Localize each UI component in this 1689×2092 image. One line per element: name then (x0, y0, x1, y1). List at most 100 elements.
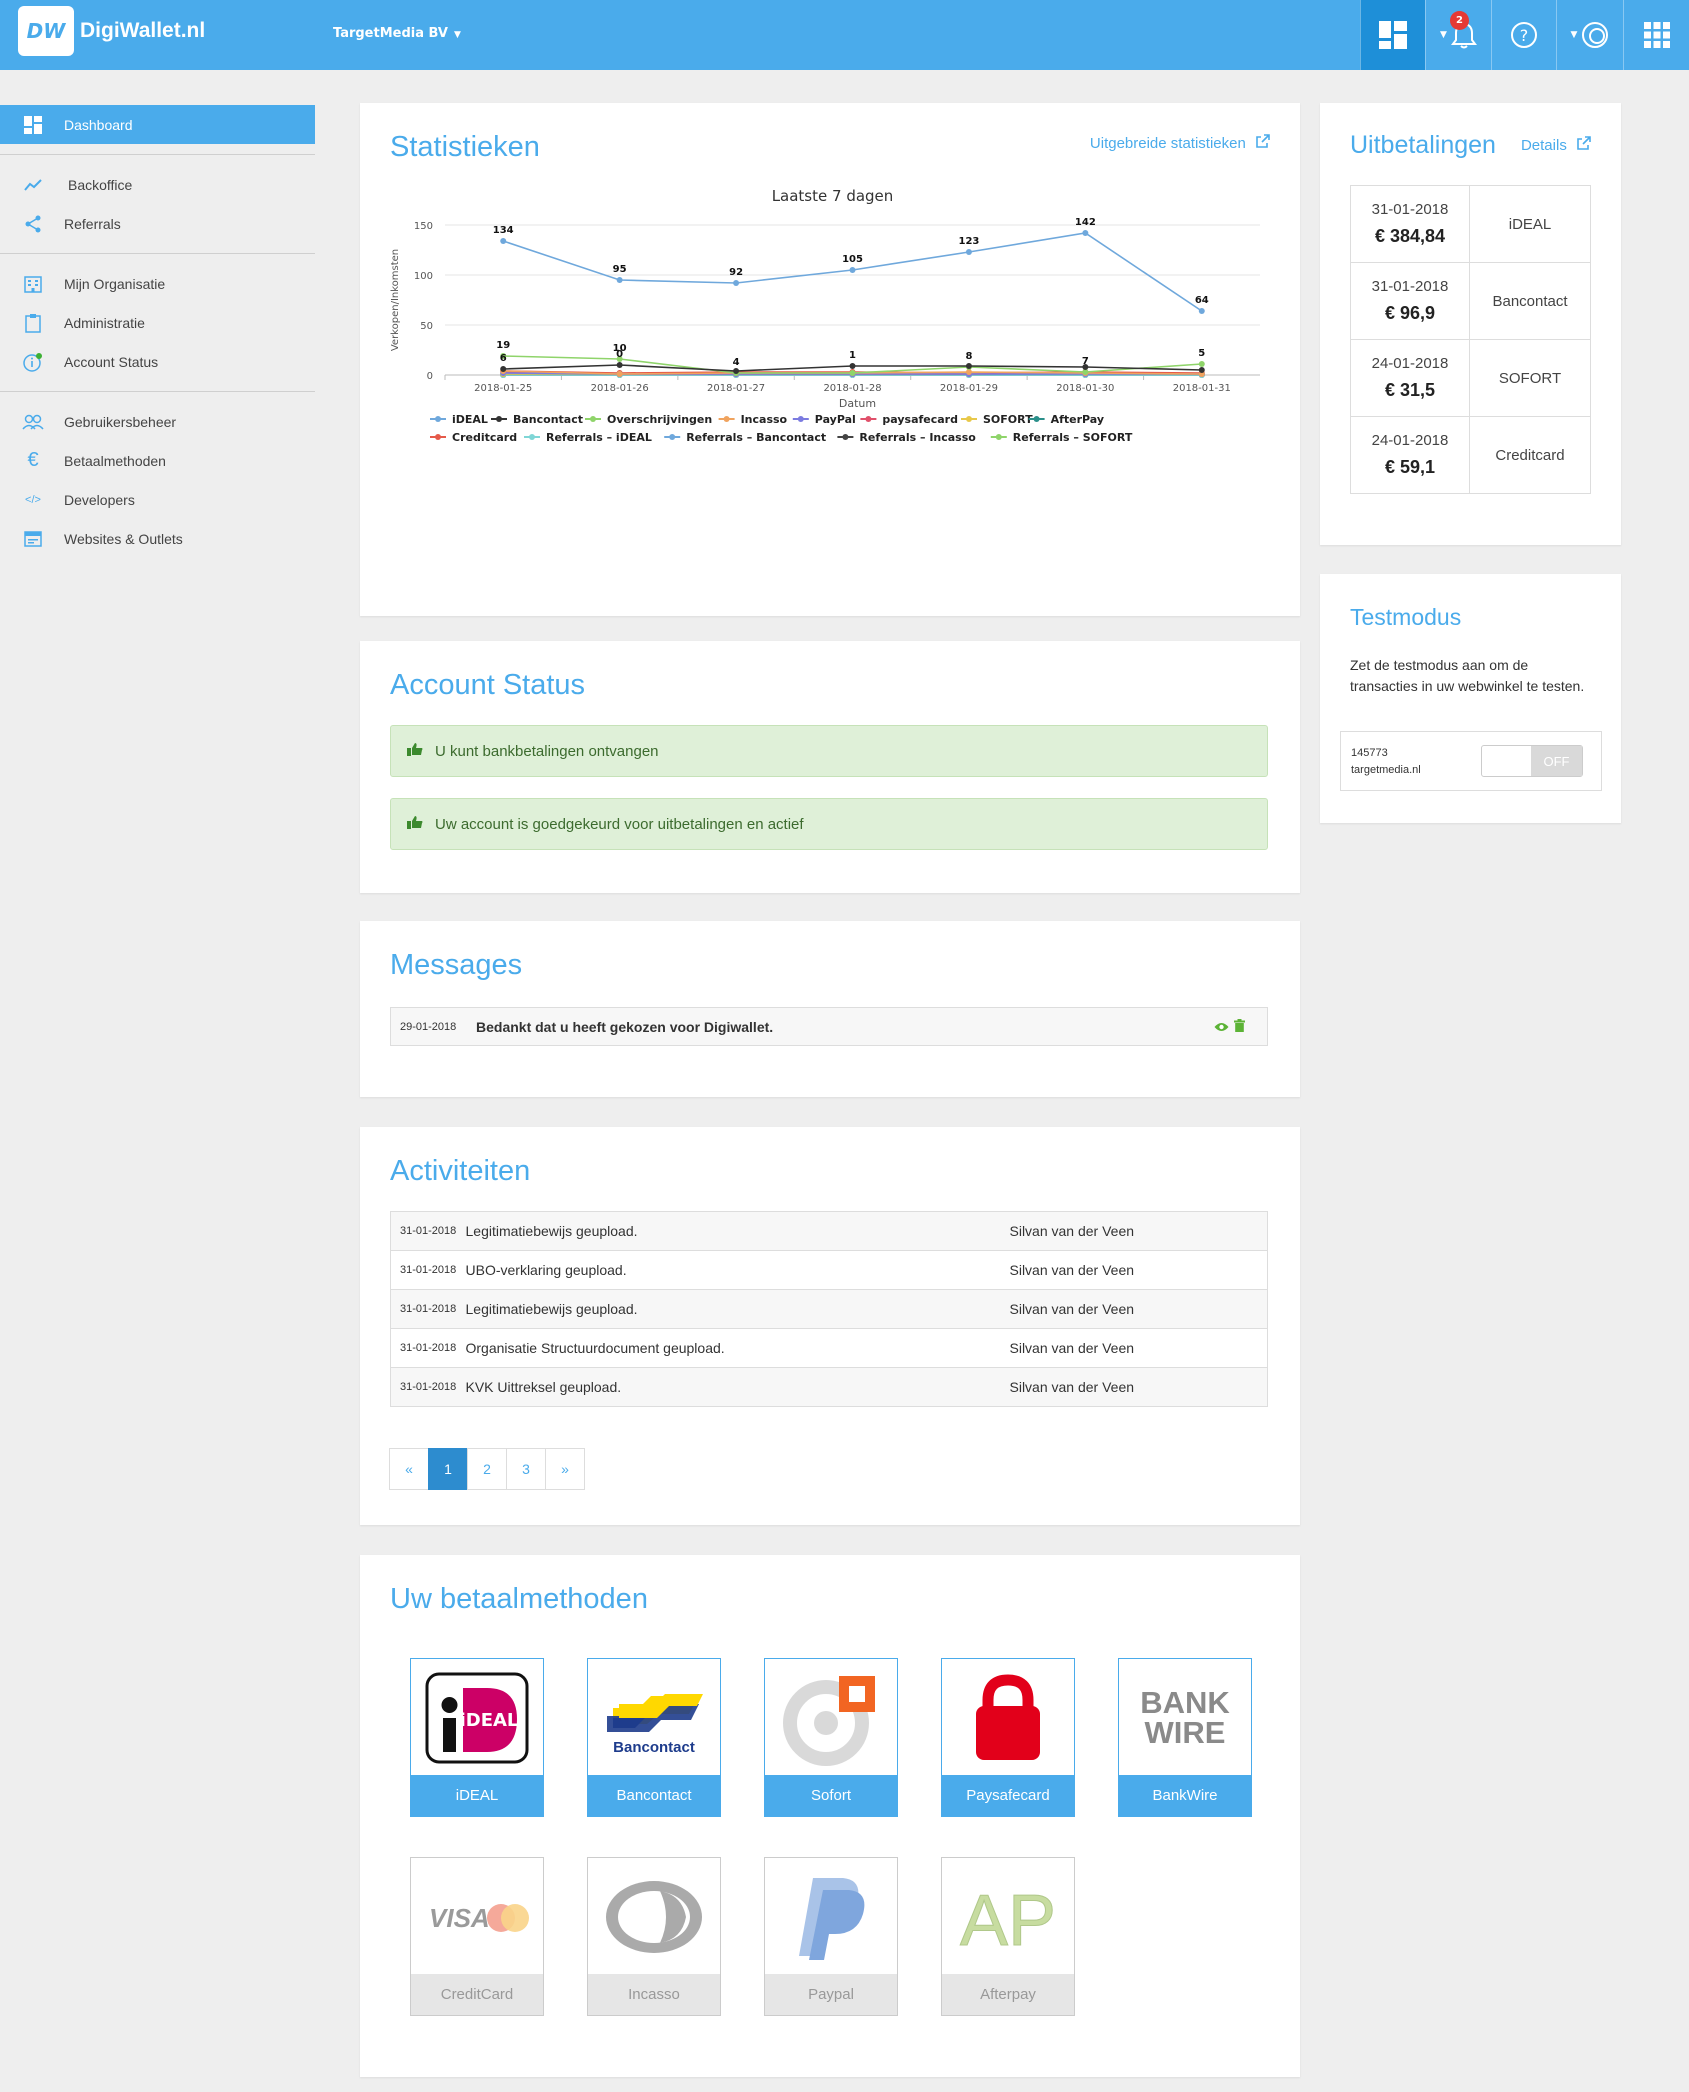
pagination-prev[interactable]: « (389, 1448, 429, 1490)
organization-selector[interactable]: TargetMedia BV ▼ (333, 26, 461, 41)
activity-text: Legitimatiebewijs geupload. (465, 1289, 1010, 1329)
activity-text: Organisatie Structuurdocument geupload. (465, 1328, 1010, 1368)
legend-marker (590, 416, 596, 422)
dashboard-view-button[interactable] (1360, 0, 1425, 70)
method-tile-paypal[interactable]: Paypal (764, 1857, 898, 2016)
activity-text: KVK Uittreksel geupload. (465, 1367, 1010, 1407)
legend-marker (797, 416, 804, 422)
pagination-page-2[interactable]: 2 (467, 1448, 507, 1490)
bancontact-logo-text: Bancontact (613, 1739, 695, 1756)
visa-mastercard-logo-icon: VISA (429, 1903, 529, 1933)
bankwire-logo-icon: BANK WIRE (1140, 1685, 1230, 1750)
activity-date: 31-01-2018 (390, 1367, 466, 1407)
account-menu-button[interactable]: ▼ (1556, 0, 1623, 70)
notifications-button[interactable]: ▼ 2 (1425, 0, 1491, 70)
info-icon (22, 352, 44, 372)
alert-text: Uw account is goedgekeurd voor uitbetali… (435, 815, 804, 833)
sidebar-item-label: Referrals (64, 215, 121, 232)
method-tile-ideal[interactable]: iDEAL iDEAL (410, 1658, 544, 1817)
data-point (1198, 367, 1205, 373)
payout-row[interactable]: 24-01-2018 € 59,1 Creditcard (1350, 416, 1591, 494)
panel-title: Messages (390, 949, 523, 981)
method-tile-afterpay[interactable]: AP Afterpay (941, 1857, 1075, 2016)
y-tick-label: 0 (427, 371, 433, 382)
paypal-logo-icon (799, 1877, 865, 1960)
legend-item: PayPal (815, 413, 856, 426)
afterpay-logo-text: AP (960, 1881, 1056, 1957)
external-link-icon (1577, 136, 1591, 150)
payout-row[interactable]: 31-01-2018 € 96,9 Bancontact (1350, 262, 1591, 340)
trash-icon[interactable] (1234, 1019, 1245, 1035)
legend-item: AfterPay (1051, 413, 1104, 426)
payout-date: 24-01-2018 (1371, 355, 1449, 372)
data-label: 134 (493, 225, 514, 236)
testmode-toggle[interactable]: OFF (1481, 745, 1583, 777)
users-icon (22, 414, 44, 430)
payout-date: 31-01-2018 (1371, 201, 1449, 218)
legend-item: SOFORT (983, 413, 1033, 426)
pagination-page-1[interactable]: 1 (428, 1448, 468, 1490)
building-icon (22, 275, 44, 293)
svg-text:?: ? (1520, 26, 1529, 45)
toggle-state-label: OFF (1531, 746, 1582, 776)
account-status-panel: Account Status U kunt bankbetalingen ont… (360, 641, 1300, 893)
bancontact-logo-icon: Bancontact (607, 1693, 703, 1756)
incasso-logo-icon (606, 1880, 702, 1953)
method-tile-creditcard[interactable]: VISA CreditCard (410, 1857, 544, 2016)
payout-method: Bancontact (1469, 262, 1591, 340)
payouts-details-link[interactable]: Details (1521, 136, 1591, 154)
activity-text: UBO-verklaring geupload. (465, 1250, 1010, 1290)
data-point (849, 370, 856, 376)
method-tile-bancontact[interactable]: Bancontact Bancontact (587, 1658, 721, 1817)
activity-date: 31-01-2018 (390, 1211, 466, 1251)
sidebar-item-backoffice[interactable]: Backoffice (0, 165, 315, 204)
external-link-icon (1256, 134, 1270, 148)
data-point (500, 238, 507, 244)
eye-icon[interactable] (1214, 1020, 1229, 1036)
activities-table: 31-01-2018 Legitimatiebewijs geupload. Sil… (390, 1211, 1268, 1407)
method-tile-sofort[interactable]: Sofort (764, 1658, 898, 1817)
payout-method: SOFORT (1469, 339, 1591, 417)
sidebar-item-websites-outlets[interactable]: Websites & Outlets (0, 519, 315, 558)
method-tile-paysafecard[interactable]: Paysafecard (941, 1658, 1075, 1817)
sidebar-item-mijn-organisatie[interactable]: Mijn Organisatie (0, 264, 315, 303)
help-button[interactable]: ? (1491, 0, 1556, 70)
data-label: 1 (849, 350, 856, 361)
payout-row[interactable]: 31-01-2018 € 384,84 iDEAL (1350, 185, 1591, 263)
logo-text: DigiWallet.nl (80, 19, 206, 42)
extended-statistics-link[interactable]: Uitgebreide statistieken (1090, 134, 1270, 152)
sidebar-item-account-status[interactable]: Account Status (0, 342, 315, 381)
sidebar-item-dashboard[interactable]: Dashboard (0, 105, 315, 144)
method-tile-incasso[interactable]: Incasso (587, 1857, 721, 2016)
activity-user: Silvan van der Veen (1009, 1211, 1268, 1251)
panel-title: Uitbetalingen (1350, 131, 1496, 159)
sidebar-item-label: Administratie (64, 314, 145, 331)
testmode-account-id: 145773 (1351, 747, 1388, 759)
x-tick-label: 2018-01-27 (707, 383, 765, 394)
sidebar-item-betaalmethoden[interactable]: € Betaalmethoden (0, 441, 315, 480)
payout-amount: € 96,9 (1384, 303, 1436, 323)
message-row[interactable]: 29-01-2018 Bedankt dat u heeft gekozen v… (390, 1007, 1268, 1046)
y-tick-label: 150 (414, 221, 433, 232)
sidebar-item-label: Dashboard (64, 116, 133, 133)
dashboard-icon (1379, 21, 1407, 49)
activity-date: 31-01-2018 (390, 1250, 466, 1290)
sidebar-item-gebruikersbeheer[interactable]: Gebruikersbeheer (0, 402, 315, 441)
logo[interactable]: DW DigiWallet.nl (18, 6, 205, 56)
sidebar-item-referrals[interactable]: Referrals (0, 204, 315, 243)
clipboard-icon (22, 313, 44, 333)
panel-title: Account Status (390, 669, 586, 701)
legend-marker (496, 416, 502, 422)
ideal-logo: iDEAL (411, 1659, 543, 1776)
pagination-next[interactable]: » (545, 1448, 585, 1490)
apps-grid-button[interactable] (1623, 0, 1689, 70)
pagination-page-3[interactable]: 3 (506, 1448, 546, 1490)
legend-marker (723, 416, 730, 422)
sidebar-item-administratie[interactable]: Administratie (0, 303, 315, 342)
payout-row[interactable]: 24-01-2018 € 31,5 SOFORT (1350, 339, 1591, 417)
sidebar-item-developers[interactable]: </> Developers (0, 480, 315, 519)
x-tick-label: 2018-01-26 (591, 383, 649, 394)
ideal-logo-text: iDEAL (460, 1710, 519, 1731)
method-tile-bankwire[interactable]: BANK WIRE BankWire (1118, 1658, 1252, 1817)
data-point (1082, 230, 1089, 236)
